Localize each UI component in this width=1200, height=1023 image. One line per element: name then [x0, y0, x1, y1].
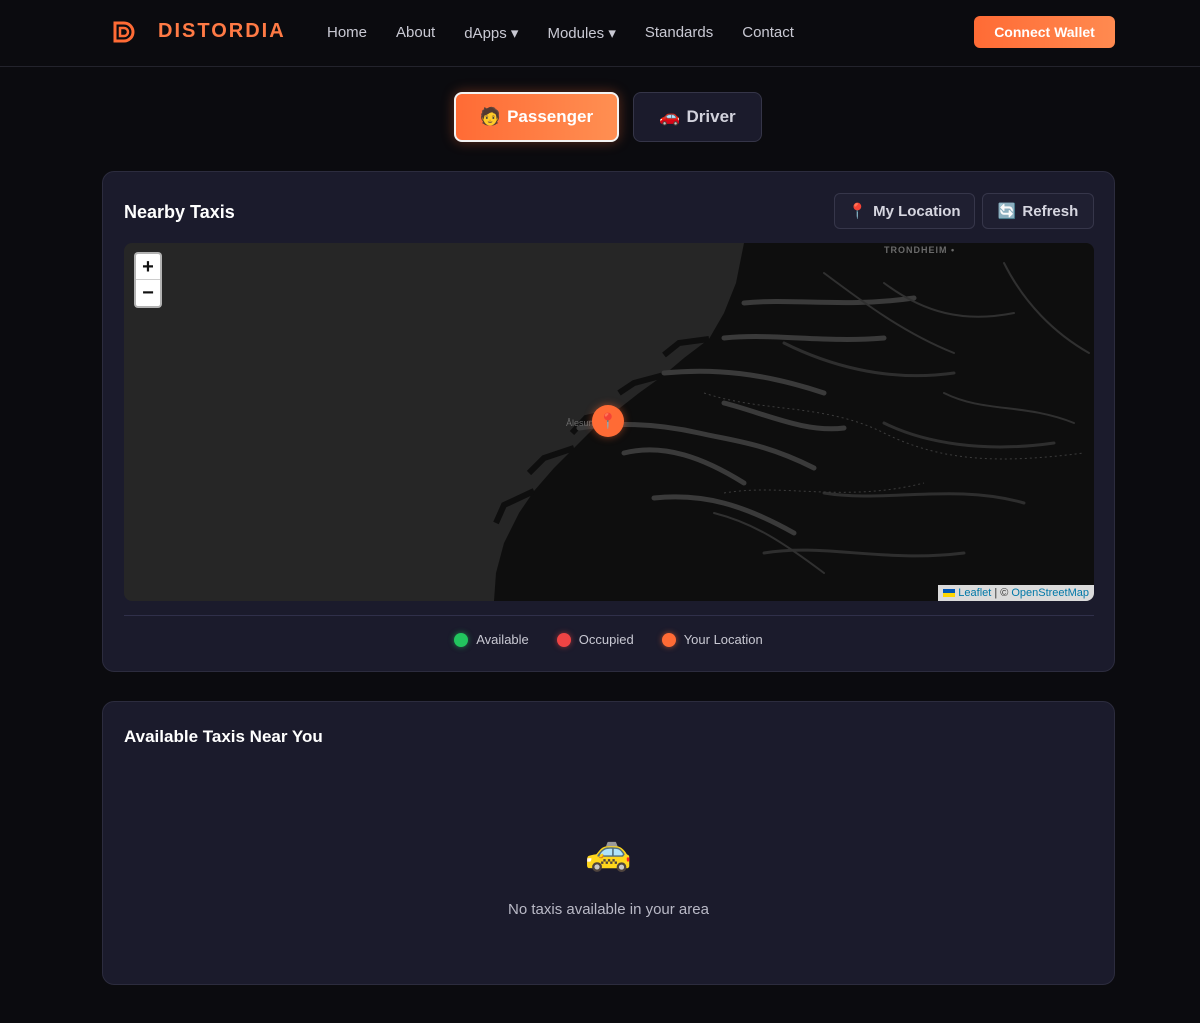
distordia-logo-icon[interactable]	[112, 21, 136, 43]
empty-state-text: No taxis available in your area	[508, 901, 709, 918]
zoom-out-button[interactable]: −	[136, 280, 160, 306]
leaflet-link[interactable]: Leaflet	[958, 587, 991, 599]
legend-available-label: Available	[476, 632, 529, 647]
legend-occupied: Occupied	[556, 632, 634, 647]
nav-dapps-dropdown[interactable]: dApps ▾	[464, 24, 518, 42]
taxi-map[interactable]: + − TRONDHEIM • Ålesund 📍 Leaflet | © Op…	[124, 243, 1094, 601]
legend-your-location-label: Your Location	[683, 632, 763, 647]
connect-wallet-button[interactable]: Connect Wallet	[974, 16, 1115, 48]
available-dot-icon	[454, 632, 469, 647]
nearby-taxis-title: Nearby Taxis	[124, 202, 235, 222]
refresh-button[interactable]: 🔄 Refresh	[982, 193, 1094, 229]
nearby-taxis-card: Nearby Taxis 📍 My Location 🔄 Refresh + −…	[102, 171, 1115, 672]
occupied-dot-icon	[556, 632, 571, 647]
person-icon: 🧑	[479, 107, 502, 126]
openstreetmap-link[interactable]: OpenStreetMap	[1011, 587, 1089, 599]
driver-mode-button[interactable]: 🚗 Driver	[633, 92, 762, 142]
nav-modules-dropdown[interactable]: Modules ▾	[547, 24, 615, 42]
attribution-separator: | ©	[994, 587, 1009, 599]
available-taxis-title: Available Taxis Near You	[124, 727, 323, 746]
passenger-label: Passenger	[507, 107, 594, 126]
passenger-mode-button[interactable]: 🧑 Passenger	[454, 92, 619, 142]
legend-your-location: Your Location	[661, 632, 763, 647]
pin-icon: 📍	[848, 203, 868, 220]
legend-divider	[124, 615, 1094, 616]
available-taxis-card: Available Taxis Near You 🚕 No taxis avai…	[102, 701, 1115, 985]
top-navbar: DISTORDIA Home About dApps ▾ Modules ▾ S…	[0, 0, 1200, 67]
your-location-marker[interactable]: 📍	[592, 405, 624, 437]
location-pin-icon: 📍	[598, 413, 618, 430]
my-location-label: My Location	[873, 202, 961, 220]
city-label-trondheim: TRONDHEIM •	[884, 245, 956, 255]
zoom-in-button[interactable]: +	[136, 254, 160, 280]
ukraine-flag-icon	[943, 589, 956, 597]
nav-standards[interactable]: Standards	[645, 24, 713, 42]
taxi-icon: 🚕	[584, 831, 633, 873]
legend-available: Available	[454, 632, 529, 647]
your-location-dot-icon	[661, 632, 676, 647]
driver-label: Driver	[686, 107, 736, 126]
legend-occupied-label: Occupied	[578, 632, 634, 647]
brand-name[interactable]: DISTORDIA	[158, 20, 286, 43]
my-location-button[interactable]: 📍 My Location	[834, 193, 975, 229]
refresh-label: Refresh	[1022, 202, 1079, 220]
map-legend: Available Occupied Your Location	[103, 632, 1114, 647]
car-icon: 🚗	[659, 107, 681, 126]
nav-contact[interactable]: Contact	[742, 24, 794, 42]
nav-about[interactable]: About	[396, 24, 435, 42]
nav-links: Home About dApps ▾ Modules ▾ Standards C…	[327, 24, 823, 42]
zoom-control: + −	[134, 252, 162, 308]
nav-home[interactable]: Home	[327, 24, 367, 42]
map-attribution: Leaflet | © OpenStreetMap	[938, 585, 1094, 601]
refresh-icon: 🔄	[997, 203, 1017, 220]
